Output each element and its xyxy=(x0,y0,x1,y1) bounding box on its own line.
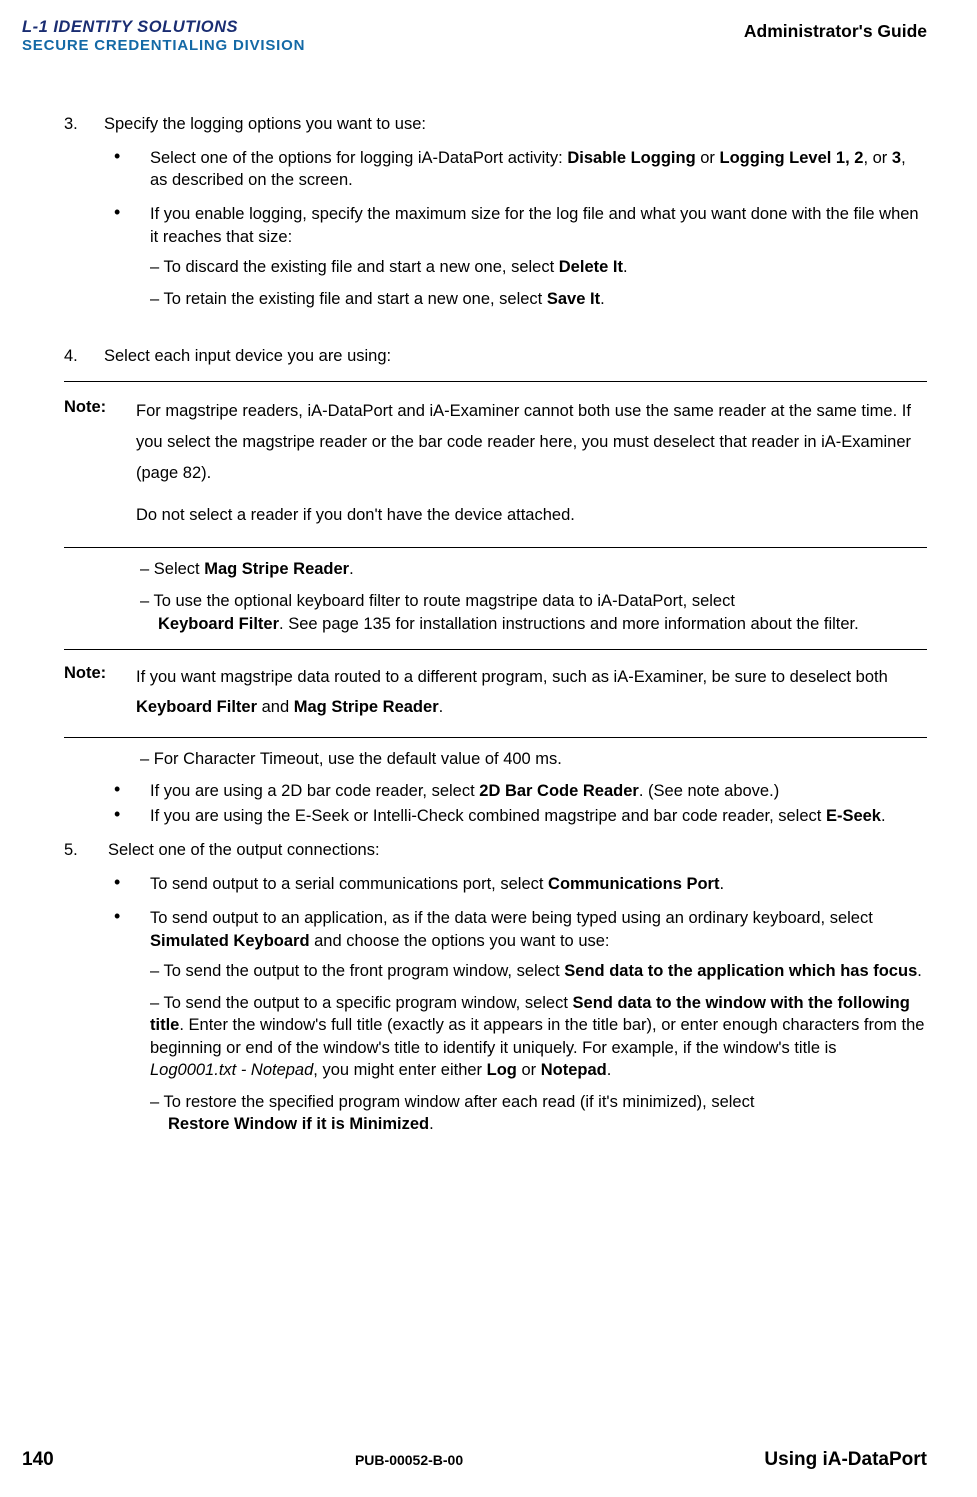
logo-rest: IDENTITY SOLUTIONS xyxy=(48,18,238,36)
note-label: Note: xyxy=(64,662,136,723)
bullet-icon: • xyxy=(104,805,150,827)
step-5-dash-2: – To send the output to a specific progr… xyxy=(150,992,927,1081)
document-page: L-1 IDENTITY SOLUTIONS SECURE CREDENTIAL… xyxy=(0,0,977,1497)
step-5-bullet-1: • To send output to a serial communicati… xyxy=(104,873,927,895)
step-4-dash-2: – To use the optional keyboard filter to… xyxy=(140,590,927,635)
bullet-icon: • xyxy=(104,873,150,895)
step-5-dash-3: – To restore the specified program windo… xyxy=(150,1091,927,1136)
logo-line-2: SECURE CREDENTIALING DIVISION xyxy=(22,38,305,55)
page-number: 140 xyxy=(22,1447,54,1473)
step-4-bullet-4: • If you are using the E-Seek or Intelli… xyxy=(104,805,927,827)
step-3-bullet-1: • Select one of the options for logging … xyxy=(104,147,927,192)
note-block-2: Note: If you want magstripe data routed … xyxy=(64,649,927,738)
step-5-bullet-2: • To send output to an application, as i… xyxy=(104,907,927,1145)
step-4-text: Select each input device you are using: xyxy=(104,347,391,365)
step-3: 3. Specify the logging options you want … xyxy=(64,113,927,333)
step-3-dash-2: – To retain the existing file and start … xyxy=(150,288,927,310)
section-title: Using iA-DataPort xyxy=(764,1447,927,1473)
note-1-paragraph-2: Do not select a reader if you don't have… xyxy=(136,500,927,531)
logo-line-1: L-1 IDENTITY SOLUTIONS xyxy=(22,18,305,36)
step-3-text: Specify the logging options you want to … xyxy=(104,115,426,133)
body-content: 3. Specify the logging options you want … xyxy=(64,113,927,1158)
logo-prefix: L-1 xyxy=(22,18,48,36)
step-5-dash-1: – To send the output to the front progra… xyxy=(150,960,927,982)
step-number: 4. xyxy=(64,345,104,367)
step-3-bullet-2: • If you enable logging, specify the max… xyxy=(104,203,927,320)
company-logo: L-1 IDENTITY SOLUTIONS SECURE CREDENTIAL… xyxy=(22,18,305,55)
step-4: 4. Select each input device you are usin… xyxy=(64,345,927,367)
procedure-list: 3. Specify the logging options you want … xyxy=(64,113,927,367)
step-4-bullet-3: • If you are using a 2D bar code reader,… xyxy=(104,780,927,802)
step-3-dash-1: – To discard the existing file and start… xyxy=(150,256,927,278)
step-5-text: Select one of the output connections: xyxy=(104,841,380,859)
procedure-list-cont: 5. Select one of the output connections:… xyxy=(64,839,927,1158)
step-5: 5. Select one of the output connections:… xyxy=(64,839,927,1158)
bullet-icon: • xyxy=(104,907,150,1145)
note-block-1: Note: For magstripe readers, iA-DataPort… xyxy=(64,381,927,548)
bullet-icon: • xyxy=(104,780,150,802)
bullet-icon: • xyxy=(104,147,150,192)
step-number: 3. xyxy=(64,113,104,333)
bullet-icon: • xyxy=(104,203,150,320)
page-header: L-1 IDENTITY SOLUTIONS SECURE CREDENTIAL… xyxy=(22,18,927,55)
note-1-paragraph-1: For magstripe readers, iA-DataPort and i… xyxy=(136,396,927,490)
step-4-dash-1: – Select Mag Stripe Reader. xyxy=(140,558,927,580)
document-title: Administrator's Guide xyxy=(744,18,927,44)
note-label: Note: xyxy=(64,396,136,531)
step-number: 5. xyxy=(64,839,104,1158)
step-4-dash-3: – For Character Timeout, use the default… xyxy=(140,748,927,770)
publication-id: PUB-00052-B-00 xyxy=(355,1451,463,1470)
page-footer: 140 PUB-00052-B-00 Using iA-DataPort xyxy=(22,1447,927,1473)
